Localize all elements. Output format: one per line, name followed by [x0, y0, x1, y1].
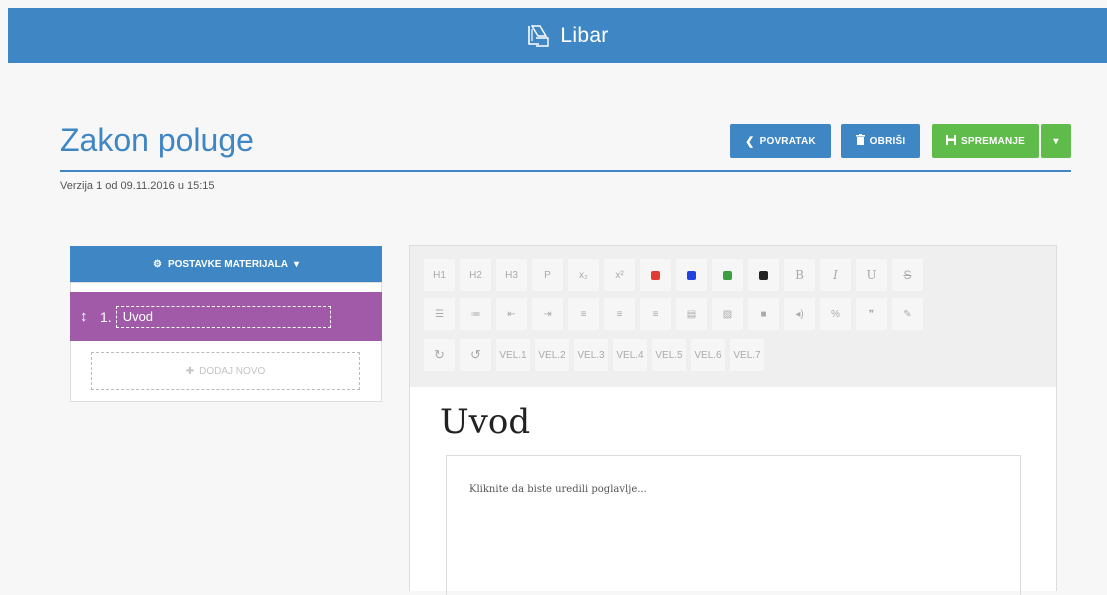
heading-3-button[interactable]: H3: [496, 259, 527, 291]
size-4-button[interactable]: VEL.4: [613, 339, 647, 371]
size-1-button[interactable]: VEL.1: [496, 339, 530, 371]
chapter-number: 1.: [100, 308, 112, 325]
size-5-button[interactable]: VEL.5: [652, 339, 686, 371]
heading-2-button[interactable]: H2: [460, 259, 491, 291]
heading-1-button[interactable]: H1: [424, 259, 455, 291]
material-settings-button[interactable]: ⚙ POSTAVKE MATERIJALA ▾: [70, 246, 382, 282]
trash-icon: [855, 134, 865, 148]
chapter-content-editor[interactable]: Kliknite da biste uredili poglavlje...: [446, 455, 1021, 595]
top-bar: Libar: [8, 8, 1107, 63]
underline-button[interactable]: U: [856, 259, 887, 291]
title-divider: [60, 170, 1071, 172]
align-left-icon[interactable]: ≡: [568, 298, 599, 330]
color-black-button[interactable]: [748, 259, 779, 291]
align-center-icon[interactable]: ≡: [604, 298, 635, 330]
quote-icon[interactable]: ❞: [856, 298, 887, 330]
size-2-button[interactable]: VEL.2: [535, 339, 569, 371]
bold-button[interactable]: B: [784, 259, 815, 291]
editor-toolbar: H1 H2 H3 P x₂ x² B I U S ☰ ≔ ⇤ ⇥ ≡ ≡ ≡ ▤…: [410, 246, 1056, 387]
subscript-button[interactable]: x₂: [568, 259, 599, 291]
libar-logo-icon: [526, 23, 552, 49]
caret-down-icon: ▾: [293, 258, 299, 270]
page-title: Zakon poluge: [60, 122, 254, 158]
strikethrough-button[interactable]: S: [892, 259, 923, 291]
chapter-name-input[interactable]: Uvod: [115, 305, 331, 328]
delete-button-label: OBRIŠI: [869, 135, 906, 147]
plus-icon: ✚: [185, 365, 195, 377]
save-button[interactable]: SPREMANJE: [932, 124, 1039, 158]
unordered-list-icon[interactable]: ☰: [424, 298, 455, 330]
outdent-icon[interactable]: ⇤: [496, 298, 527, 330]
black-swatch-icon: [759, 270, 768, 280]
indent-icon[interactable]: ⇥: [532, 298, 563, 330]
save-options-dropdown[interactable]: ▾: [1041, 124, 1071, 158]
color-red-button[interactable]: [640, 259, 671, 291]
image-icon[interactable]: ▨: [712, 298, 743, 330]
floppy-disk-icon: [945, 134, 956, 148]
editor-placeholder: Kliknite da biste uredili poglavlje...: [469, 484, 647, 495]
align-right-icon[interactable]: ≡: [640, 298, 671, 330]
color-blue-button[interactable]: [676, 259, 707, 291]
video-icon[interactable]: ■: [748, 298, 779, 330]
delete-button[interactable]: OBRIŠI: [841, 124, 920, 158]
align-justify-icon[interactable]: ▤: [676, 298, 707, 330]
chapter-item[interactable]: ↕ 1. Uvod: [70, 292, 382, 341]
add-chapter-label: DODAJ NOVO: [199, 365, 266, 377]
audio-icon[interactable]: ◂): [784, 298, 815, 330]
drag-handle-icon[interactable]: ↕: [80, 308, 92, 325]
redo-icon[interactable]: ↻: [424, 339, 455, 371]
editor-panel: H1 H2 H3 P x₂ x² B I U S ☰ ≔ ⇤ ⇥ ≡ ≡ ≡ ▤…: [409, 245, 1057, 595]
material-settings-label: POSTAVKE MATERIJALA: [167, 258, 288, 270]
italic-button[interactable]: I: [820, 259, 851, 291]
back-button-label: POVRATAK: [759, 135, 816, 147]
ordered-list-icon[interactable]: ≔: [460, 298, 491, 330]
version-info: Verzija 1 od 09.11.2016 u 15:15: [60, 180, 215, 192]
add-chapter-button[interactable]: ✚ DODAJ NOVO: [91, 352, 360, 390]
save-button-label: SPREMANJE: [960, 135, 1026, 147]
color-green-button[interactable]: [712, 259, 743, 291]
caret-down-icon: ▾: [1053, 135, 1059, 147]
chapter-heading[interactable]: Uvod: [440, 402, 530, 442]
brand-name[interactable]: Libar: [560, 24, 608, 48]
back-button[interactable]: ❮ POVRATAK: [730, 124, 831, 158]
red-swatch-icon: [651, 270, 660, 280]
blue-swatch-icon: [687, 270, 696, 280]
size-3-button[interactable]: VEL.3: [574, 339, 608, 371]
superscript-button[interactable]: x²: [604, 259, 635, 291]
gear-icon: ⚙: [152, 258, 162, 270]
size-6-button[interactable]: VEL.6: [691, 339, 725, 371]
link-icon[interactable]: %: [820, 298, 851, 330]
paragraph-button[interactable]: P: [532, 259, 563, 291]
chevron-left-icon: ❮: [745, 135, 755, 148]
green-swatch-icon: [723, 270, 732, 280]
eraser-icon[interactable]: ✎: [892, 298, 923, 330]
undo-icon[interactable]: ↺: [460, 339, 491, 371]
size-7-button[interactable]: VEL.7: [730, 339, 764, 371]
